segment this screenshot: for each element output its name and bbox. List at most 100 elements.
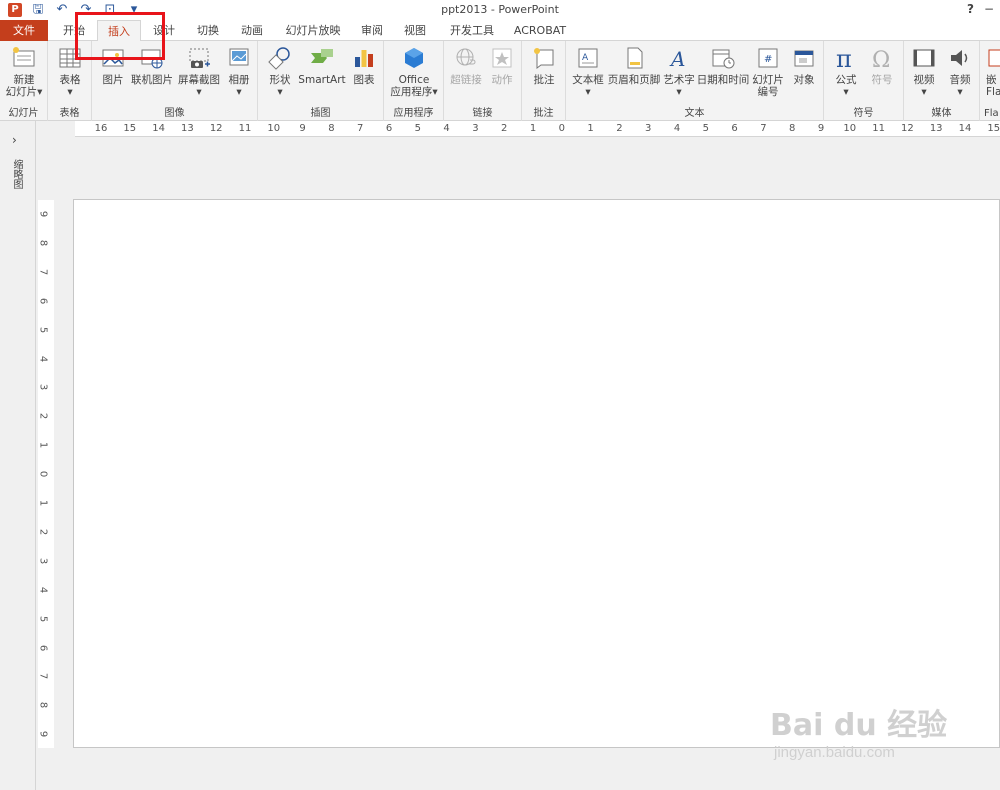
chart-button[interactable]: 图表 [348,45,380,86]
group-slides: 新建 幻灯片▾ 幻灯片 [0,41,48,121]
group-label-links: 链接 [472,108,493,119]
video-label: 视频 [913,74,935,86]
screenshot-button[interactable]: 屏幕截图 ▾ [176,45,222,98]
datetime-button[interactable]: 日期和时间 [696,45,750,86]
office-apps-button[interactable]: Office 应用程序▾ [388,45,440,98]
pi-icon: π [836,45,852,71]
group-label-apps: 应用程序 [393,108,434,119]
shapes-icon [268,47,290,70]
object-icon [794,50,814,67]
ruler-v-label: 2 [37,528,49,536]
tab-view[interactable]: 视图 [397,20,433,41]
flash-label-1: 嵌 [986,74,997,86]
ruler-v-label: 4 [37,586,49,593]
wordart-button[interactable]: A 艺术字 ▾ [662,45,696,98]
header-footer-label: 页眉和页脚 [607,74,661,86]
tab-file[interactable]: 文件 [0,20,48,41]
datetime-label: 日期和时间 [696,74,750,86]
video-icon [913,49,935,67]
screenshot-label: 屏幕截图 [178,74,220,86]
ruler-v-label: 1 [37,499,49,507]
new-slide-icon [13,47,35,67]
tab-animations[interactable]: 动画 [232,20,272,41]
comment-button[interactable]: 批注 [526,45,562,86]
ruler-h-label: 12 [209,123,223,134]
tab-slideshow[interactable]: 幻灯片放映 [280,20,346,41]
ruler-h-label: 3 [472,123,479,134]
smartart-label: SmartArt [298,74,346,86]
ruler-v-label: 4 [37,355,49,362]
ruler-v-label: 6 [37,297,49,304]
shapes-button[interactable]: 形状 ▾ [264,45,296,98]
ruler-h-label: 6 [731,123,738,134]
ruler-h-label: 5 [702,123,709,134]
ruler-h-label: 13 [929,123,943,134]
ruler-h-label: 7 [357,123,364,134]
slide-number-button[interactable]: # 幻灯片 编号 [750,45,786,98]
new-slide-label-2: 幻灯片 [5,86,38,98]
help-button[interactable]: ? [967,2,974,16]
svg-text:π: π [836,45,852,71]
flash-button[interactable]: 嵌 Fla [986,45,1000,98]
hyperlink-icon [456,48,476,66]
ruler-corner [36,121,75,137]
group-label-comments: 批注 [533,108,554,119]
tab-review[interactable]: 审阅 [354,20,390,41]
new-slide-button[interactable]: 新建 幻灯片▾ [2,45,46,98]
symbol-label: 符号 [871,74,893,86]
symbol-button[interactable]: Ω 符号 [866,45,898,86]
thumbnails-label[interactable]: 缩略图 [10,159,24,189]
slide-canvas[interactable] [73,199,1000,748]
ruler-h-label: 10 [267,123,281,134]
shapes-label: 形状 [269,74,291,86]
ruler-v-label: 9 [37,731,49,738]
video-button[interactable]: 视频 ▾ [908,45,940,98]
ruler-h-label: 4 [673,123,681,134]
chart-icon [355,50,373,67]
equation-button[interactable]: π 公式 ▾ [830,45,862,98]
equation-label: 公式 [835,74,857,86]
vertical-ruler[interactable]: 9 8 7 6 5 4 3 2 1 0 1 2 3 4 5 6 7 8 9 [38,200,54,748]
ruler-h-label: 15 [123,123,137,134]
minimize-button[interactable]: − [984,2,994,16]
header-footer-button[interactable]: 页眉和页脚 [606,45,662,86]
new-slide-label-1: 新建 [13,74,35,86]
slide-number-icon: # [758,48,778,68]
table-label: 表格 [59,74,81,86]
tab-developer[interactable]: 开发工具 [443,20,501,41]
action-button[interactable]: 动作 [486,45,518,86]
office-apps-label-2: 应用程序 [390,86,433,98]
smartart-button[interactable]: SmartArt [298,45,346,86]
ruler-h-label: 12 [901,123,914,134]
audio-button[interactable]: 音频 ▾ [944,45,976,98]
svg-text:A: A [582,53,589,63]
tab-acrobat[interactable]: ACROBAT [510,20,570,41]
chart-label: 图表 [353,74,375,86]
object-button[interactable]: 对象 [788,45,820,86]
ruler-v-label: 3 [37,557,49,564]
header-footer-icon [627,47,643,69]
slide-number-label-1: 幻灯片 [752,74,784,86]
baidu-watermark: Bai du 经验 jingyan.baidu.com [770,700,990,770]
album-button[interactable]: 相册 ▾ [224,45,254,98]
flash-icon [988,49,1000,67]
comment-label: 批注 [533,74,555,86]
audio-label: 音频 [949,74,971,86]
ruler-v-label: 7 [37,673,49,680]
tab-transitions[interactable]: 切换 [188,20,228,41]
group-label-tables: 表格 [59,108,80,119]
ruler-h-label: 8 [328,123,335,134]
textbox-button[interactable]: A 文本框 ▾ [570,45,606,98]
calendar-icon [712,49,735,69]
action-label: 动作 [491,74,513,86]
group-illustrations: 形状 ▾ SmartArt 图表 插图 [258,41,384,121]
ruler-h-label: 7 [760,123,767,134]
expand-thumbnails-icon[interactable]: › [12,133,17,147]
horizontal-ruler[interactable]: 16 15 14 13 12 11 10 9 8 7 6 5 4 3 2 1 0 1 2 3 4 5 6 7 8 9 10 11 12 1… [75,121,1000,137]
highlight-box [75,12,165,60]
ruler-h-label: 15 [987,123,1000,134]
ruler-v-label: 9 [37,210,49,218]
ruler-h-label: 5 [414,123,421,134]
ruler-v-label: 0 [37,470,49,478]
hyperlink-button[interactable]: 超链接 [448,45,484,86]
